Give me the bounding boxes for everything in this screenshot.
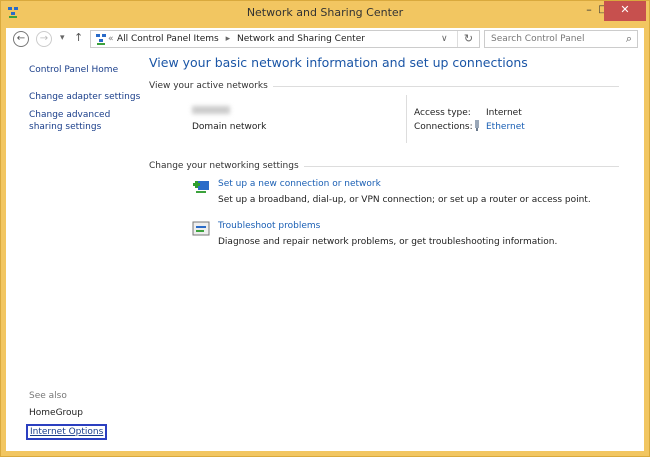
- section-label: View your active networks: [149, 81, 268, 91]
- window: Network and Sharing Center – □ ✕ ← → ▾ ↑…: [0, 0, 650, 457]
- control-panel-icon: [96, 34, 106, 45]
- title-bar: Network and Sharing Center – □ ✕: [1, 1, 649, 27]
- sidebar-change-adapter-settings[interactable]: Change adapter settings: [29, 92, 140, 102]
- address-bar[interactable]: « All Control Panel Items ▸ Network and …: [90, 30, 480, 48]
- see-also-label: See also: [29, 391, 67, 401]
- troubleshoot-description: Diagnose and repair network problems, or…: [218, 237, 558, 247]
- network-center-icon: [8, 7, 18, 18]
- breadcrumb-current[interactable]: Network and Sharing Center: [237, 34, 365, 44]
- chevron-right-icon[interactable]: ▸: [226, 34, 231, 44]
- search-icon[interactable]: ⌕: [626, 31, 632, 47]
- access-type-label: Access type:: [414, 108, 471, 118]
- network-type: Domain network: [192, 122, 267, 132]
- sidebar-change-advanced-sharing[interactable]: Change advanced sharing settings: [29, 109, 144, 133]
- navigation-bar: ← → ▾ ↑ « All Control Panel Items ▸ Netw…: [6, 28, 644, 51]
- homegroup-link[interactable]: HomeGroup: [29, 408, 83, 418]
- network-name-blurred: [192, 106, 230, 114]
- search-input[interactable]: Search Control Panel ⌕: [484, 30, 638, 48]
- ethernet-link[interactable]: Ethernet: [486, 122, 525, 132]
- refresh-button[interactable]: ↻: [457, 31, 479, 47]
- change-settings-section: Change your networking settings: [149, 160, 619, 172]
- divider: [406, 95, 407, 143]
- sidebar-control-panel-home[interactable]: Control Panel Home: [29, 65, 118, 75]
- troubleshoot-icon: [192, 221, 210, 236]
- window-title: Network and Sharing Center: [246, 6, 404, 19]
- back-button[interactable]: ←: [13, 31, 29, 47]
- search-placeholder: Search Control Panel: [491, 34, 585, 44]
- close-button[interactable]: ✕: [604, 1, 646, 21]
- active-networks-section: View your active networks: [149, 80, 619, 92]
- ethernet-icon: [475, 120, 479, 131]
- content-area: Control Panel Home Change adapter settin…: [6, 51, 644, 451]
- setup-connection-description: Set up a broadband, dial-up, or VPN conn…: [218, 195, 591, 205]
- page-title: View your basic network information and …: [149, 55, 528, 70]
- setup-connection-link[interactable]: Set up a new connection or network: [218, 179, 381, 189]
- recent-locations-button[interactable]: ▾: [60, 33, 65, 43]
- address-dropdown-button[interactable]: ∨: [441, 31, 448, 47]
- troubleshoot-link[interactable]: Troubleshoot problems: [218, 221, 320, 231]
- forward-button[interactable]: →: [36, 31, 52, 47]
- minimize-button[interactable]: –: [581, 1, 597, 21]
- section-label: Change your networking settings: [149, 161, 299, 171]
- new-connection-icon: [193, 181, 209, 193]
- internet-options-link[interactable]: Internet Options: [26, 424, 108, 440]
- up-button[interactable]: ↑: [74, 31, 83, 44]
- breadcrumb-overflow[interactable]: «: [108, 31, 114, 47]
- access-type-value: Internet: [486, 108, 522, 118]
- breadcrumb-all-items[interactable]: All Control Panel Items: [117, 34, 219, 44]
- connections-label: Connections:: [414, 122, 473, 132]
